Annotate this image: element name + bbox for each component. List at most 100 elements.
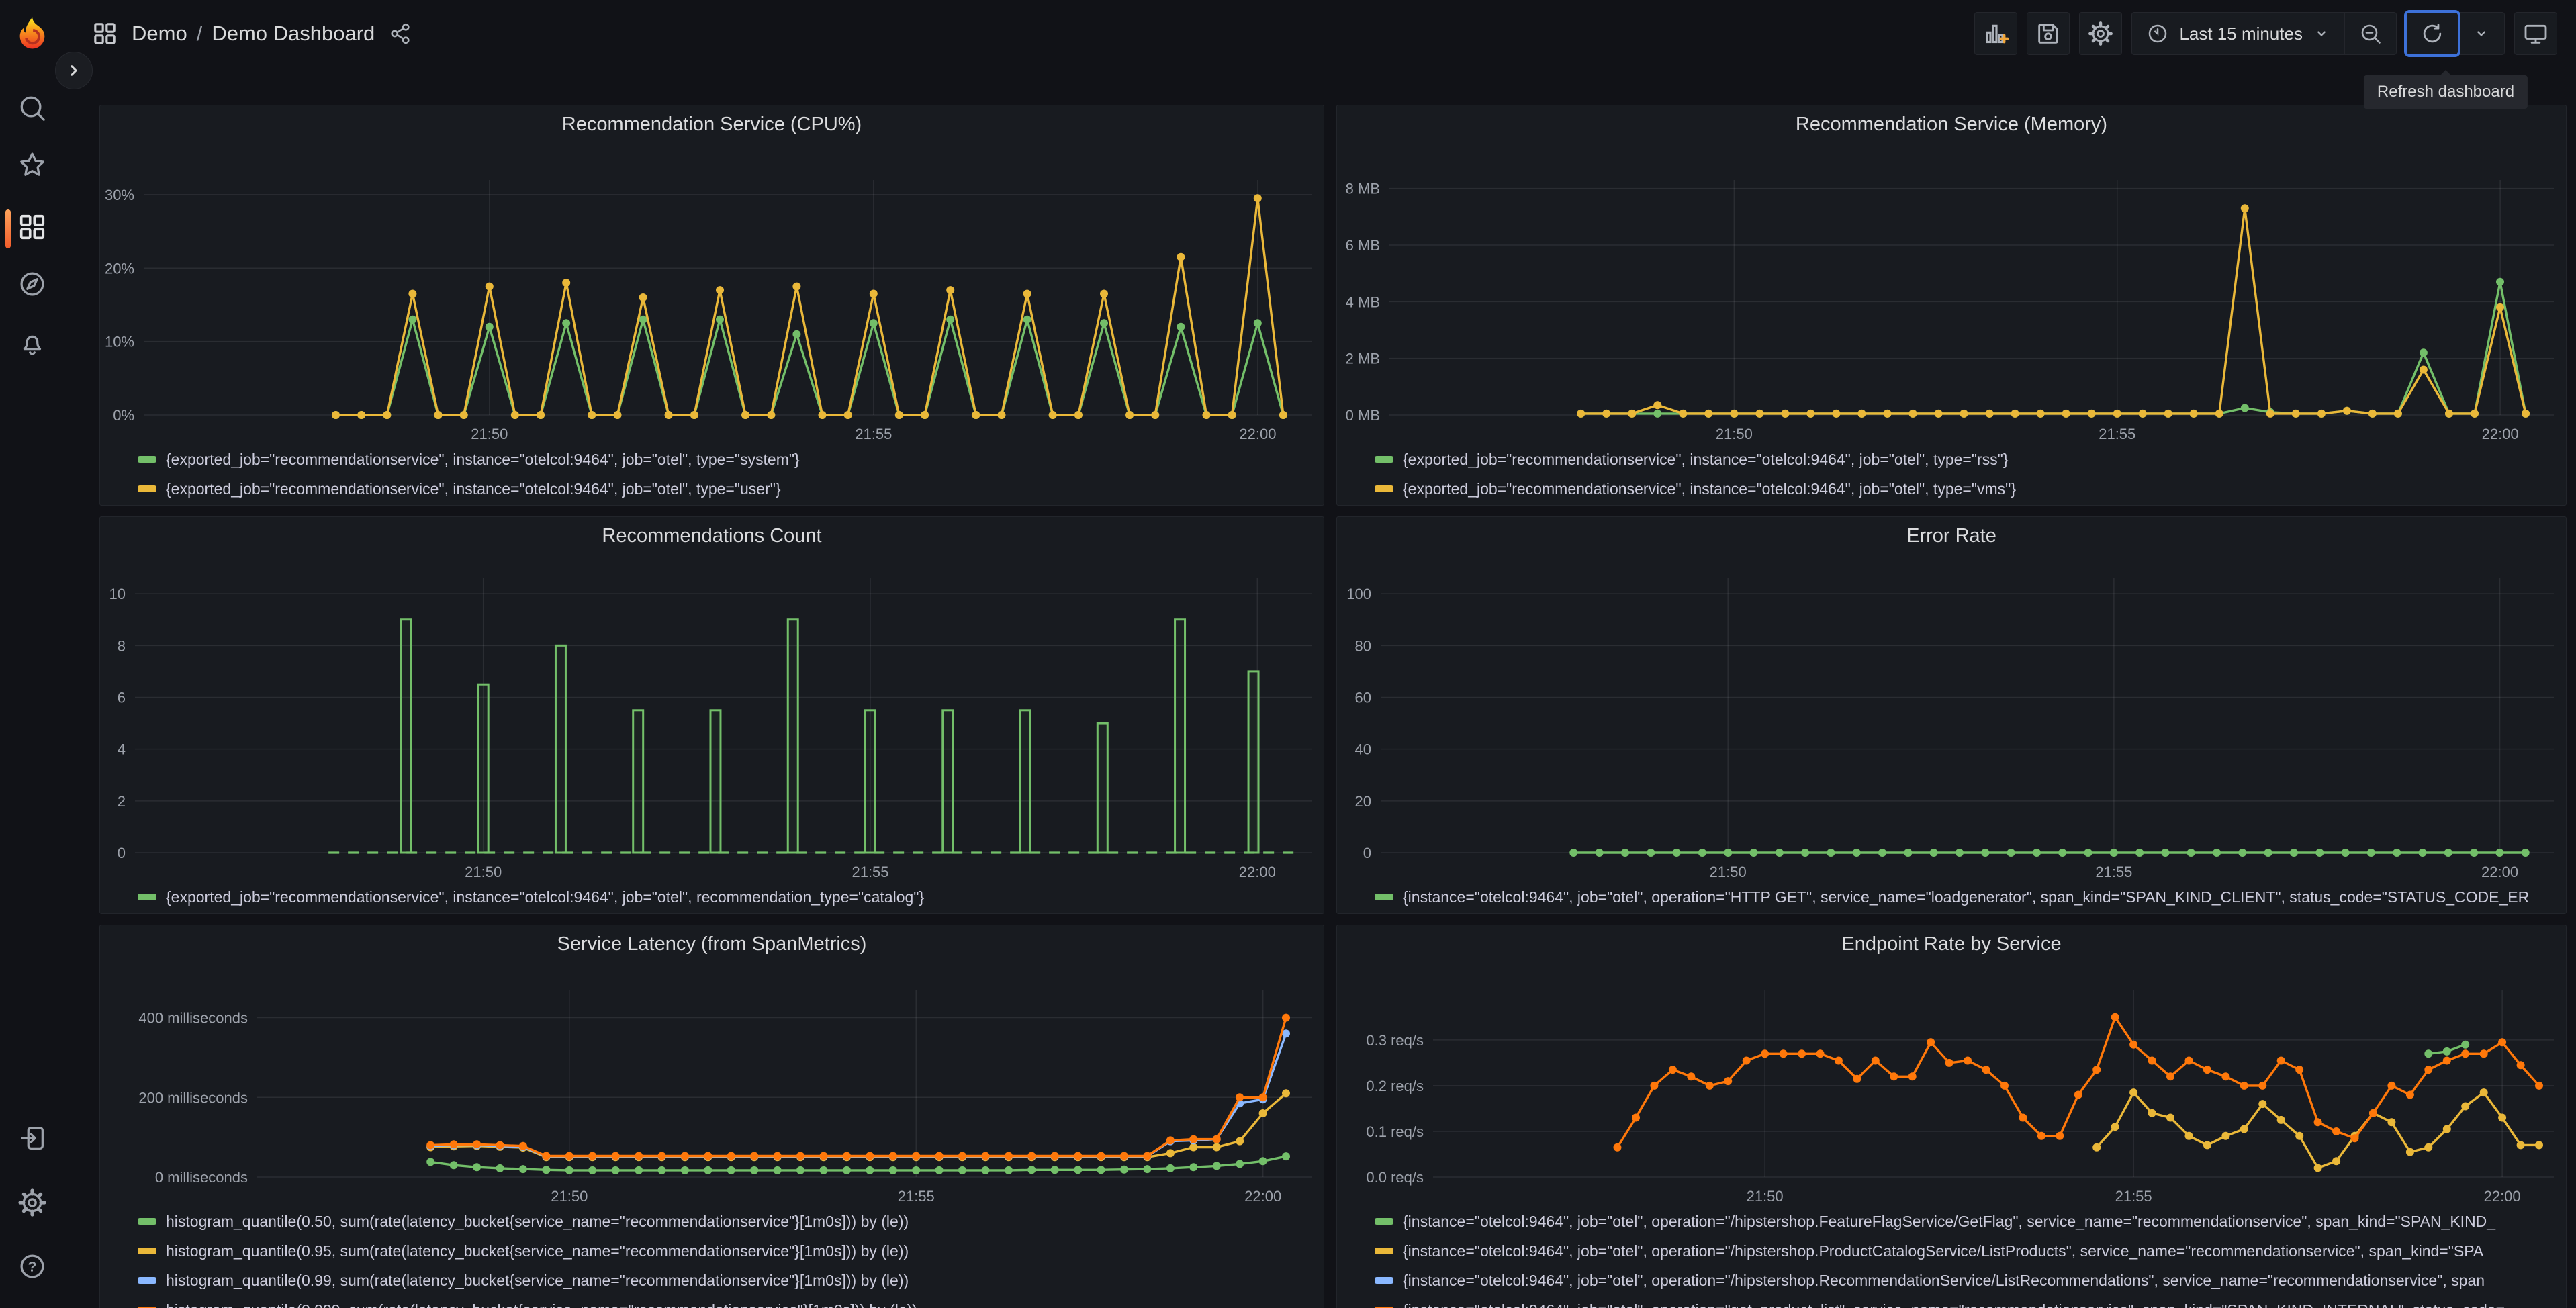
panel-title[interactable]: Service Latency (from SpanMetrics) [100, 925, 1324, 963]
svg-text:200 milliseconds: 200 milliseconds [138, 1089, 248, 1106]
legend-label: histogram_quantile(0.99, sum(rate(latenc… [166, 1271, 909, 1289]
svg-text:20: 20 [1355, 793, 1371, 810]
refresh-button[interactable] [2407, 13, 2458, 54]
panel-title[interactable]: Recommendation Service (CPU%) [100, 105, 1324, 143]
grafana-logo[interactable] [13, 15, 52, 54]
svg-text:21:50: 21:50 [465, 863, 502, 880]
cpu-chart[interactable]: 21:50 21:55 22:00 0% 10% 20% 30% [100, 143, 1324, 446]
panel-title[interactable]: Endpoint Rate by Service [1337, 925, 2566, 963]
svg-text:0 milliseconds: 0 milliseconds [155, 1169, 248, 1186]
legend-item[interactable]: {exported_job="recommendationservice", i… [138, 447, 1310, 471]
panel-title[interactable]: Error Rate [1337, 517, 2566, 555]
starred-icon[interactable] [17, 150, 48, 181]
add-panel-button[interactable] [1974, 12, 2018, 55]
legend-item[interactable]: histogram_quantile(0.95, sum(rate(latenc… [138, 1239, 1310, 1263]
svg-text:6: 6 [118, 689, 126, 706]
time-range-picker[interactable]: Last 15 minutes [2132, 13, 2344, 54]
sign-in-icon[interactable] [17, 1123, 48, 1154]
refresh-group [2406, 12, 2505, 55]
page-title: Demo Dashboard [212, 21, 375, 45]
refresh-interval-caret[interactable] [2458, 13, 2504, 54]
svg-text:21:55: 21:55 [2115, 1188, 2152, 1205]
svg-text:100: 100 [1346, 586, 1371, 602]
cycle-view-mode-button[interactable] [2514, 12, 2557, 55]
legend-item[interactable]: {instance="otelcol:9464", job="otel", op… [1375, 1268, 2552, 1293]
legend-item[interactable]: {exported_job="recommendationservice", i… [1375, 447, 2552, 471]
service-latency-chart[interactable]: 21:50 21:55 22:00 0 milliseconds 200 millise… [100, 963, 1324, 1208]
chevron-down-icon [2477, 31, 2485, 36]
dashboard-grid: Recommendation Service (CPU%) 21:50 21:55… [64, 67, 2576, 1308]
legend-swatch [1375, 894, 1393, 900]
svg-text:10%: 10% [105, 334, 134, 351]
svg-text:21:55: 21:55 [855, 426, 892, 442]
apps-grid-icon [91, 20, 118, 47]
legend-item[interactable]: {instance="otelcol:9464", job="otel", op… [1375, 1298, 2552, 1308]
svg-text:21:55: 21:55 [2095, 863, 2132, 880]
alerting-bell-icon[interactable] [17, 328, 48, 359]
legend: {exported_job="recommendationservice", i… [1337, 446, 2566, 505]
legend-swatch [138, 1277, 156, 1284]
legend-item[interactable]: histogram_quantile(0.50, sum(rate(latenc… [138, 1209, 1310, 1233]
panel-recommendation-cpu: Recommendation Service (CPU%) 21:50 21:55… [99, 105, 1324, 506]
svg-text:400 milliseconds: 400 milliseconds [138, 1010, 248, 1027]
svg-text:40: 40 [1355, 741, 1371, 758]
settings-gear-icon[interactable] [17, 1187, 48, 1218]
recommendations-count-chart[interactable]: 21:50 21:55 22:00 0 2 4 6 8 10 [100, 555, 1324, 884]
dashboard-settings-button[interactable] [2079, 12, 2123, 55]
legend-item[interactable]: {instance="otelcol:9464", job="otel", op… [1375, 1239, 2552, 1263]
search-icon[interactable] [17, 93, 48, 124]
error-rate-chart[interactable]: 21:50 21:55 22:00 0 20 40 60 80 100 [1337, 555, 2566, 884]
legend-item[interactable]: {instance="otelcol:9464", job="otel", op… [1375, 1209, 2552, 1233]
breadcrumb: Demo / Demo Dashboard [132, 21, 375, 46]
panel-service-latency: Service Latency (from SpanMetrics) 21:50… [99, 925, 1324, 1308]
legend-swatch [1375, 1277, 1393, 1284]
legend-item[interactable]: {exported_job="recommendationservice", i… [138, 885, 1310, 909]
svg-text:4: 4 [118, 741, 126, 758]
dashboards-icon[interactable] [17, 212, 48, 242]
legend-item[interactable]: histogram_quantile(0.999, sum(rate(laten… [138, 1298, 1310, 1308]
svg-text:8: 8 [118, 637, 126, 654]
svg-text:0.0 req/s: 0.0 req/s [1366, 1169, 1424, 1186]
explore-compass-icon[interactable] [17, 269, 48, 299]
panel-title[interactable]: Recommendations Count [100, 517, 1324, 555]
sidebar-expand-button[interactable] [55, 52, 93, 89]
svg-text:8 MB: 8 MB [1346, 181, 1380, 197]
legend-label: {instance="otelcol:9464", job="otel", op… [1403, 1242, 2484, 1260]
time-controls-group: Last 15 minutes [2131, 12, 2397, 55]
help-icon[interactable]: ? [17, 1251, 48, 1282]
legend-item[interactable]: {exported_job="recommendationservice", i… [1375, 477, 2552, 501]
svg-text:21:50: 21:50 [1710, 863, 1747, 880]
time-range-label: Last 15 minutes [2179, 23, 2303, 44]
share-icon[interactable] [388, 21, 412, 46]
svg-text:22:00: 22:00 [2481, 863, 2518, 880]
breadcrumb-folder[interactable]: Demo [132, 21, 187, 46]
svg-text:2: 2 [118, 793, 126, 810]
legend-label: {exported_job="recommendationservice", i… [1403, 479, 2017, 498]
legend-label: histogram_quantile(0.95, sum(rate(latenc… [166, 1242, 909, 1260]
panel-recommendations-count: Recommendations Count 21:50 21:55 22:00 0 2 4… [99, 516, 1324, 914]
legend-item[interactable]: histogram_quantile(0.99, sum(rate(latenc… [138, 1268, 1310, 1293]
legend-label: {exported_job="recommendationservice", i… [166, 479, 781, 498]
legend-item[interactable]: {instance="otelcol:9464", job="otel", op… [1375, 885, 2552, 909]
legend-label: histogram_quantile(0.50, sum(rate(latenc… [166, 1212, 909, 1230]
panel-error-rate: Error Rate 21:50 21:55 22:00 0 20 40 60 80 100 {… [1336, 516, 2567, 914]
legend-item[interactable]: {exported_job="recommendationservice", i… [138, 477, 1310, 501]
svg-text:0 MB: 0 MB [1346, 407, 1380, 424]
svg-text:22:00: 22:00 [2482, 426, 2519, 442]
endpoint-rate-chart[interactable]: 21:50 21:55 22:00 0.0 req/s 0.1 req/s 0.2 req… [1337, 963, 2566, 1208]
svg-text:22:00: 22:00 [2484, 1188, 2521, 1205]
svg-text:21:55: 21:55 [852, 863, 888, 880]
svg-text:0: 0 [118, 845, 126, 861]
legend-label: {exported_job="recommendationservice", i… [1403, 450, 2009, 468]
save-dashboard-button[interactable] [2027, 12, 2070, 55]
legend-swatch [138, 485, 156, 492]
svg-text:2 MB: 2 MB [1346, 351, 1380, 367]
legend-swatch [1375, 1218, 1393, 1225]
zoom-out-button[interactable] [2344, 13, 2396, 54]
panel-title[interactable]: Recommendation Service (Memory) [1337, 105, 2566, 143]
svg-text:0.1 req/s: 0.1 req/s [1366, 1123, 1424, 1140]
svg-text:22:00: 22:00 [1244, 1188, 1281, 1205]
memory-chart[interactable]: 21:50 21:55 22:00 0 MB 2 MB 4 MB 6 MB 8 MB [1337, 143, 2566, 446]
refresh-tooltip: Refresh dashboard [2363, 75, 2528, 109]
toolbar: Last 15 minutes [1974, 12, 2557, 55]
